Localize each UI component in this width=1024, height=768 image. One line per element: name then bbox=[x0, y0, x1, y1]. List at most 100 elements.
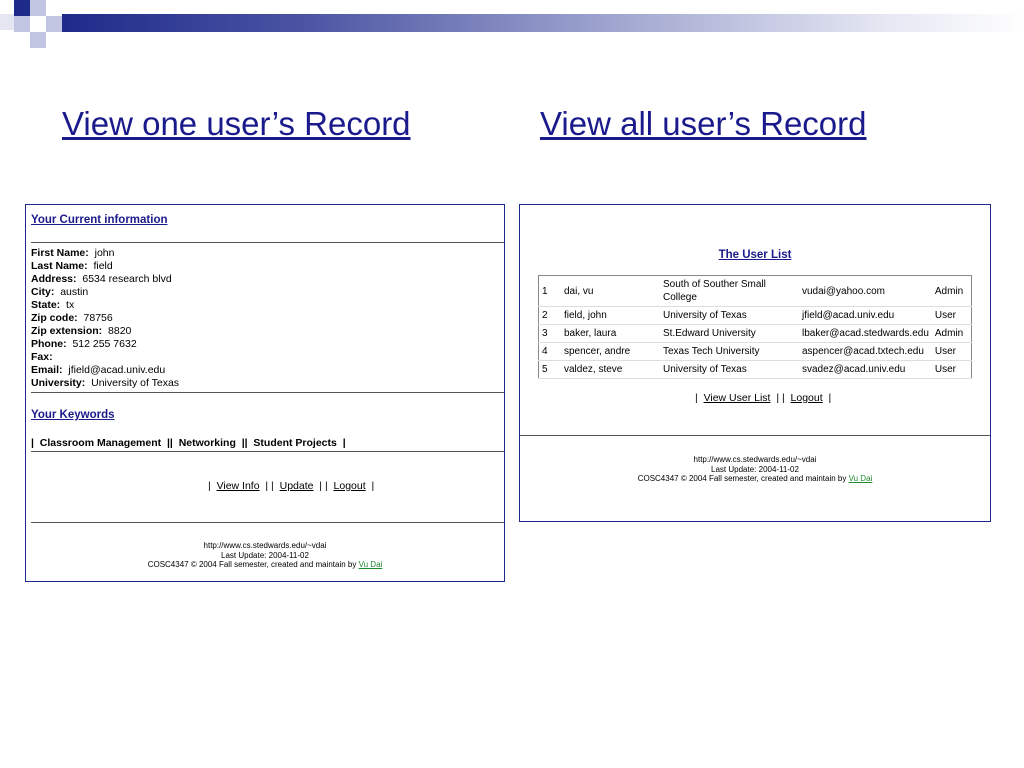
cell-role: User bbox=[934, 310, 957, 321]
cell-university: University of Texas bbox=[663, 310, 747, 321]
view-user-list-link[interactable]: View User List bbox=[704, 392, 771, 404]
info-row-zip-ext: Zip extension: 8820 bbox=[31, 325, 179, 338]
user-list-title[interactable]: The User List bbox=[520, 249, 990, 261]
divider bbox=[31, 242, 504, 243]
field-value: 6534 research blvd bbox=[82, 273, 172, 285]
cell-num: 5 bbox=[542, 364, 548, 375]
cell-num: 3 bbox=[542, 328, 548, 339]
logout-link[interactable]: Logout bbox=[334, 480, 366, 492]
field-value: 512 255 7632 bbox=[72, 338, 137, 350]
cell-email: vudai@yahoo.com bbox=[802, 285, 885, 297]
decor-square bbox=[46, 16, 62, 32]
info-row-phone: Phone: 512 255 7632 bbox=[31, 338, 179, 351]
all-users-panel: The User List 1 dai, vu South of Souther… bbox=[519, 204, 991, 522]
footer: http://www.cs.stedwards.edu/~vdai Last U… bbox=[520, 455, 990, 484]
decor-square bbox=[14, 0, 30, 16]
slide: View one user’s Record View all user’s R… bbox=[0, 0, 1024, 768]
table-row: 1 dai, vu South of Souther Small College… bbox=[538, 276, 972, 307]
field-value: University of Texas bbox=[91, 377, 180, 389]
cell-name: spencer, andre bbox=[564, 346, 631, 357]
cell-role: Admin bbox=[934, 285, 964, 297]
field-label: State: bbox=[31, 299, 61, 311]
table-row: 2 field, john University of Texas jfield… bbox=[538, 307, 972, 325]
field-value: field bbox=[93, 260, 113, 272]
keyword-classroom-management[interactable]: Classroom Management bbox=[40, 437, 161, 449]
divider bbox=[31, 451, 504, 452]
footer-credit-line: COSC4347 © 2004 Fall semester, created a… bbox=[26, 560, 504, 570]
decor-square bbox=[30, 32, 46, 48]
cell-name: baker, laura bbox=[564, 328, 617, 339]
update-link[interactable]: Update bbox=[280, 480, 314, 492]
current-info-heading[interactable]: Your Current information bbox=[31, 214, 168, 226]
info-row-city: City: austin bbox=[31, 286, 179, 299]
info-row-last-name: Last Name: field bbox=[31, 260, 179, 273]
field-label: Phone: bbox=[31, 338, 67, 350]
field-label: Address: bbox=[31, 273, 77, 285]
cell-university: St.Edward University bbox=[663, 328, 756, 339]
cell-university: South of Souther Small College bbox=[663, 279, 766, 303]
cell-email: aspencer@acad.txtech.edu bbox=[802, 346, 924, 357]
cell-role: User bbox=[934, 364, 957, 375]
view-info-link[interactable]: View Info bbox=[217, 480, 260, 492]
gradient-bar bbox=[62, 14, 1024, 32]
author-link[interactable]: Vu Dai bbox=[849, 474, 873, 483]
footer-credit-line: COSC4347 © 2004 Fall semester, created a… bbox=[520, 474, 990, 484]
view-all-users-link[interactable]: View all user’s Record bbox=[540, 105, 867, 143]
cell-num: 4 bbox=[542, 346, 548, 357]
info-row-zip: Zip code: 78756 bbox=[31, 312, 179, 325]
decor-square bbox=[0, 0, 14, 14]
cell-role: Admin bbox=[934, 328, 964, 339]
field-label: First Name: bbox=[31, 247, 89, 259]
cell-university: University of Texas bbox=[663, 364, 747, 375]
info-row-first-name: First Name: john bbox=[31, 247, 179, 260]
info-row-email: Email: jfield@acad.univ.edu bbox=[31, 364, 179, 377]
cell-email: svadez@acad.univ.edu bbox=[802, 364, 906, 375]
user-info-list: First Name: john Last Name: field Addres… bbox=[31, 247, 179, 390]
field-value: jfield@acad.univ.edu bbox=[68, 364, 166, 376]
cell-name: field, john bbox=[564, 310, 607, 321]
footer: http://www.cs.stedwards.edu/~vdai Last U… bbox=[26, 541, 504, 570]
cell-university: Texas Tech University bbox=[663, 346, 760, 357]
info-row-state: State: tx bbox=[31, 299, 179, 312]
cell-email: lbaker@acad.stedwards.edu bbox=[802, 328, 929, 339]
footer-last-update: Last Update: 2004-11-02 bbox=[221, 550, 309, 560]
cell-name: dai, vu bbox=[564, 285, 594, 297]
field-value: john bbox=[94, 247, 115, 259]
user-list-title-text: The User List bbox=[718, 249, 792, 261]
cell-num: 2 bbox=[542, 310, 548, 321]
table-row: 4 spencer, andre Texas Tech University a… bbox=[538, 343, 972, 361]
decor-square bbox=[30, 0, 46, 16]
field-label: Zip code: bbox=[31, 312, 78, 324]
keywords-list: | Classroom Management || Networking || … bbox=[31, 437, 346, 449]
field-label: Zip extension: bbox=[31, 325, 103, 337]
decor-square bbox=[14, 16, 30, 32]
divider bbox=[520, 435, 990, 436]
table-row: 3 baker, laura St.Edward University lbak… bbox=[538, 325, 972, 343]
table-row: 5 valdez, steve University of Texas svad… bbox=[538, 361, 972, 379]
one-user-panel: Your Current information First Name: joh… bbox=[25, 204, 505, 582]
field-label: University: bbox=[31, 377, 86, 389]
field-label: City: bbox=[31, 286, 55, 298]
cell-role: User bbox=[934, 346, 957, 357]
cell-name: valdez, steve bbox=[564, 364, 623, 375]
keywords-heading[interactable]: Your Keywords bbox=[31, 409, 115, 421]
keyword-student-projects[interactable]: Student Projects bbox=[253, 437, 336, 449]
divider bbox=[31, 522, 504, 523]
cell-email: jfield@acad.univ.edu bbox=[802, 310, 895, 321]
info-row-university: University: University of Texas bbox=[31, 377, 179, 390]
keyword-networking[interactable]: Networking bbox=[179, 437, 236, 449]
field-value: austin bbox=[60, 286, 89, 298]
info-row-address: Address: 6534 research blvd bbox=[31, 273, 179, 286]
footer-url: http://www.cs.stedwards.edu/~vdai bbox=[693, 455, 817, 464]
user-table: 1 dai, vu South of Souther Small College… bbox=[538, 275, 972, 379]
field-label: Fax: bbox=[31, 351, 53, 363]
view-one-user-link[interactable]: View one user’s Record bbox=[62, 105, 411, 143]
footer-last-update: Last Update: 2004-11-02 bbox=[711, 464, 799, 474]
user-list-nav: | View User List | | Logout | bbox=[695, 392, 832, 404]
decor-square bbox=[46, 0, 62, 16]
field-value: tx bbox=[66, 299, 75, 311]
logout-link[interactable]: Logout bbox=[791, 392, 823, 404]
decor-square bbox=[0, 14, 14, 30]
user-nav: | View Info | | Update | | Logout | bbox=[208, 480, 375, 492]
author-link[interactable]: Vu Dai bbox=[359, 560, 383, 569]
